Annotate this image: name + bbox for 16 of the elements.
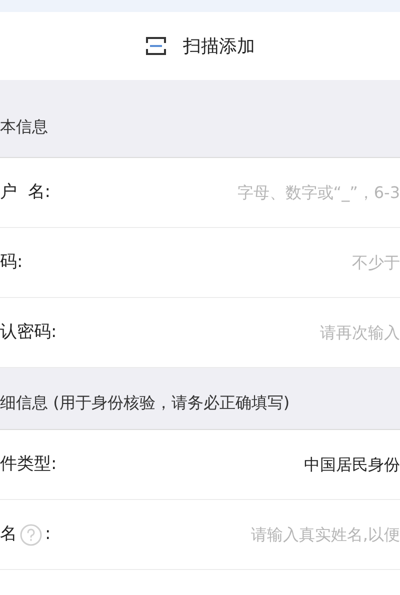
field-label: 认密码: (0, 320, 57, 344)
input-field[interactable]: 请输入真实姓名,以便 (140, 522, 400, 546)
field-label: 户 名: (0, 180, 51, 204)
field-label: 名 (0, 522, 17, 546)
id-type-select[interactable]: 中国居民身份 (304, 452, 400, 476)
section-header: 细信息 (用于身份核验，请务必正确填写) (0, 392, 290, 414)
field-label: 码: (0, 250, 23, 274)
section-header: 本信息 (0, 116, 48, 138)
input-field[interactable]: 字母、数字或“_”，6-3 (140, 180, 400, 204)
scan-add-button[interactable]: 扫描添加 (0, 12, 400, 80)
input-field[interactable]: 请再次输入 (140, 320, 400, 344)
colon-text: : (45, 522, 51, 546)
scan-icon (145, 36, 167, 56)
input-field[interactable]: 不少于 (140, 250, 400, 274)
help-icon[interactable] (20, 524, 42, 546)
field-label: 件类型: (0, 452, 57, 476)
